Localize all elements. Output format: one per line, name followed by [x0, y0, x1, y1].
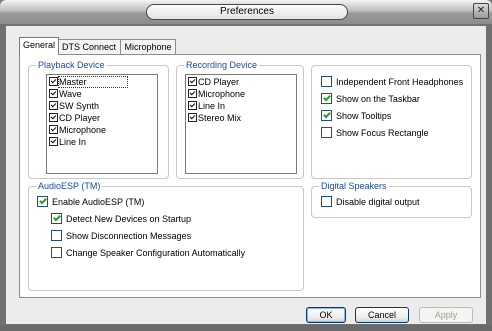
checkbox-checked-icon[interactable] — [188, 89, 197, 98]
checkbox-label: Disable digital output — [336, 197, 420, 207]
list-item-label: Microphone — [59, 125, 107, 135]
checkbox-checked-icon[interactable] — [321, 93, 332, 104]
checkbox-label: Show on the Taskbar — [336, 94, 420, 104]
checkbox-checked-icon[interactable] — [188, 77, 197, 86]
list-item-label: Master — [58, 76, 128, 88]
digital-speakers-group: Digital Speakers Disable digital output — [311, 180, 472, 218]
list-item-label: Line In — [59, 137, 87, 147]
checkbox-checked-icon[interactable] — [321, 110, 332, 121]
list-item-label: Wave — [59, 89, 82, 99]
independent-front-headphones-checkbox[interactable]: Independent Front Headphones — [321, 76, 463, 89]
recording-device-list[interactable]: CD Player Microphone Line In Stereo Mix — [185, 74, 297, 174]
show-tooltips-checkbox[interactable]: Show Tooltips — [321, 110, 391, 123]
checkbox-icon[interactable] — [51, 230, 62, 241]
checkbox-label: Show Focus Rectangle — [336, 128, 429, 138]
checkbox-icon[interactable] — [321, 76, 332, 87]
checkbox-checked-icon[interactable] — [49, 125, 58, 134]
checkbox-checked-icon[interactable] — [49, 89, 58, 98]
preferences-window: Preferences ✕ General DTS Connect Microp… — [0, 0, 492, 331]
tab-microphone[interactable]: Microphone — [120, 39, 176, 54]
tab-general[interactable]: General — [19, 37, 59, 55]
recording-device-group: Recording Device CD Player Microphone Li… — [176, 59, 304, 179]
playback-device-title: Playback Device — [36, 59, 107, 71]
checkbox-checked-icon[interactable] — [49, 113, 58, 122]
apply-button[interactable]: Apply — [419, 307, 473, 323]
checkbox-label: Change Speaker Configuration Automatical… — [66, 248, 246, 258]
list-item-label: SW Synth — [59, 101, 100, 111]
ok-button[interactable]: OK — [306, 307, 346, 323]
list-item[interactable]: Wave — [49, 89, 82, 100]
audioesp-title: AudioESP (TM) — [36, 180, 103, 192]
list-item[interactable]: CD Player — [188, 77, 239, 88]
checkbox-checked-icon[interactable] — [49, 77, 58, 86]
checkbox-checked-icon[interactable] — [188, 101, 197, 110]
checkbox-label: Independent Front Headphones — [336, 77, 464, 87]
list-item[interactable]: Line In — [49, 137, 86, 148]
checkbox-label: Show Tooltips — [336, 111, 392, 121]
checkbox-icon[interactable] — [51, 247, 62, 258]
recording-device-title: Recording Device — [184, 59, 260, 71]
audioesp-group: AudioESP (TM) Enable AudioESP (TM) Detec… — [28, 180, 304, 291]
list-item[interactable]: CD Player — [49, 113, 100, 124]
checkbox-label: Detect New Devices on Startup — [66, 214, 192, 224]
display-options-group: Independent Front Headphones Show on the… — [311, 65, 472, 179]
list-item[interactable]: SW Synth — [49, 101, 99, 112]
playback-device-group: Playback Device Master Wave SW Synth CD … — [28, 59, 169, 179]
list-item-label: Stereo Mix — [198, 113, 242, 123]
checkbox-icon[interactable] — [321, 196, 332, 207]
checkbox-label: Show Disconnection Messages — [66, 231, 192, 241]
list-item[interactable]: Stereo Mix — [188, 113, 241, 124]
list-item-label: Line In — [198, 101, 226, 111]
title-bar[interactable]: Preferences ✕ — [0, 0, 492, 24]
close-icon[interactable]: ✕ — [473, 3, 489, 19]
checkbox-label: Enable AudioESP (TM) — [52, 197, 145, 207]
checkbox-icon[interactable] — [321, 127, 332, 138]
change-speaker-config-checkbox[interactable]: Change Speaker Configuration Automatical… — [51, 247, 245, 260]
cancel-button[interactable]: Cancel — [355, 307, 409, 323]
detect-new-devices-checkbox[interactable]: Detect New Devices on Startup — [51, 213, 191, 226]
list-item[interactable]: Line In — [188, 101, 225, 112]
checkbox-checked-icon[interactable] — [49, 101, 58, 110]
window-bottom-edge — [0, 325, 492, 331]
digital-speakers-title: Digital Speakers — [319, 180, 389, 192]
dialog-body: General DTS Connect Microphone Playback … — [6, 26, 486, 324]
checkbox-checked-icon[interactable] — [37, 196, 48, 207]
list-item-label: CD Player — [59, 113, 101, 123]
list-item-label: CD Player — [198, 77, 240, 87]
enable-audioesp-checkbox[interactable]: Enable AudioESP (TM) — [37, 196, 144, 209]
playback-device-list[interactable]: Master Wave SW Synth CD Player Microphon… — [46, 74, 158, 174]
show-disconnection-messages-checkbox[interactable]: Show Disconnection Messages — [51, 230, 191, 243]
show-focus-rectangle-checkbox[interactable]: Show Focus Rectangle — [321, 127, 429, 140]
show-on-taskbar-checkbox[interactable]: Show on the Taskbar — [321, 93, 420, 106]
window-title: Preferences — [146, 4, 348, 20]
tab-dts-connect[interactable]: DTS Connect — [57, 39, 121, 54]
list-item[interactable]: Master — [49, 76, 128, 88]
list-item[interactable]: Microphone — [49, 125, 106, 136]
list-item[interactable]: Microphone — [188, 89, 245, 100]
checkbox-checked-icon[interactable] — [49, 137, 58, 146]
general-tab-panel: Playback Device Master Wave SW Synth CD … — [19, 54, 481, 298]
checkbox-checked-icon[interactable] — [51, 213, 62, 224]
disable-digital-output-checkbox[interactable]: Disable digital output — [321, 196, 420, 209]
checkbox-checked-icon[interactable] — [188, 113, 197, 122]
list-item-label: Microphone — [198, 89, 246, 99]
